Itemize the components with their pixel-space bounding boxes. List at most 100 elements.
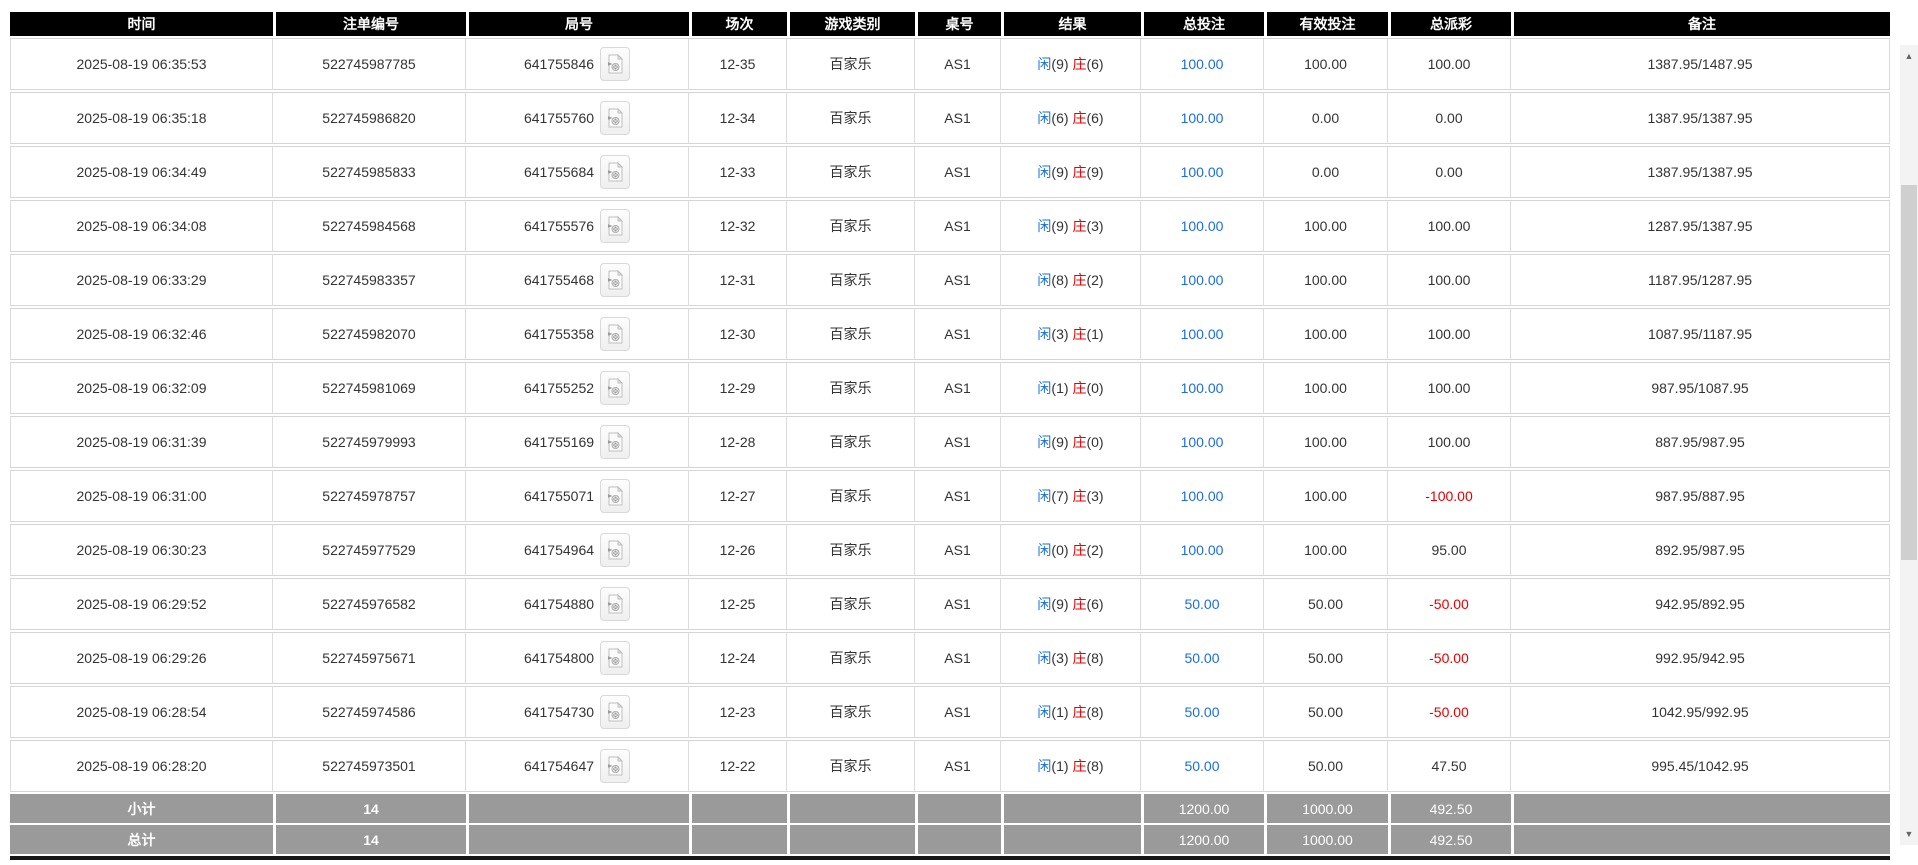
result-banker-score: (6) [1086,56,1104,72]
total-total-bet: 1200.00 [1141,825,1264,854]
valid-bet-cell: 100.00 [1264,308,1388,360]
result-banker-label: 庄 [1072,758,1087,774]
round-no-value: 641755846 [523,56,595,72]
scrollbar-down-arrow-icon[interactable]: ▼ [1900,825,1918,843]
result-cell: 闲(7) 庄(3) [1001,470,1141,522]
result-banker-score: (6) [1086,110,1104,126]
valid-bet-cell: 100.00 [1264,416,1388,468]
table-no-cell: AS1 [915,632,1001,684]
total-bet-link[interactable]: 100.00 [1181,542,1224,558]
payout-value: -100.00 [1425,488,1473,504]
result-cell: 闲(3) 庄(8) [1001,632,1141,684]
round-no-value: 641755071 [523,488,595,504]
time-cell: 2025-08-19 06:35:18 [10,92,273,144]
total-label: 总计 [10,825,273,854]
result-player-label: 闲 [1037,110,1052,126]
result-banker-label: 庄 [1072,596,1087,612]
subtotal-count: 14 [273,794,466,823]
table-row: 2025-08-19 06:29:52 522745976582 6417548… [10,578,1890,630]
payout-value: 47.50 [1431,758,1467,774]
remark-cell: 1387.95/1387.95 [1511,92,1890,144]
total-bet-link[interactable]: 100.00 [1181,110,1224,126]
payout-value: 100.00 [1427,272,1471,288]
time-cell: 2025-08-19 06:34:08 [10,200,273,252]
total-bet-link[interactable]: 50.00 [1184,758,1219,774]
result-cell: 闲(3) 庄(1) [1001,308,1141,360]
total-bet-link[interactable]: 100.00 [1181,164,1224,180]
video-replay-button[interactable] [600,317,631,351]
total-bet-link[interactable]: 100.00 [1181,56,1224,72]
video-replay-button[interactable] [600,533,631,567]
video-replay-button[interactable] [600,101,631,135]
total-bet-link[interactable]: 100.00 [1181,488,1224,504]
game-type-cell: 百家乐 [787,38,915,90]
total-bet-link[interactable]: 100.00 [1181,218,1224,234]
video-replay-button[interactable] [600,425,631,459]
empty-cell [787,825,915,854]
video-record-icon [608,540,624,560]
table-row: 2025-08-19 06:29:26 522745975671 6417548… [10,632,1890,684]
session-cell: 12-27 [689,470,787,522]
payout-cell: -50.00 [1388,578,1511,630]
total-bet-link[interactable]: 50.00 [1184,650,1219,666]
game-type-cell: 百家乐 [787,200,915,252]
round-no-value: 641755684 [523,164,595,180]
video-replay-button[interactable] [600,209,631,243]
total-bet-link[interactable]: 100.00 [1181,326,1224,342]
session-cell: 12-28 [689,416,787,468]
result-cell: 闲(0) 庄(2) [1001,524,1141,576]
video-replay-button[interactable] [600,695,631,729]
total-bet-link[interactable]: 100.00 [1181,434,1224,450]
bet-no-cell: 522745981069 [273,362,466,414]
round-no-value: 641754730 [523,704,595,720]
round-no-value: 641755468 [523,272,595,288]
empty-cell [466,825,689,854]
remark-cell: 892.95/987.95 [1511,524,1890,576]
session-cell: 12-22 [689,740,787,792]
scrollbar-up-arrow-icon[interactable]: ▲ [1900,47,1918,65]
result-player-score: (0) [1051,542,1069,558]
round-no-value: 641755760 [523,110,595,126]
result-cell: 闲(9) 庄(3) [1001,200,1141,252]
table-no-cell: AS1 [915,740,1001,792]
valid-bet-cell: 50.00 [1264,632,1388,684]
video-replay-button[interactable] [600,155,631,189]
remark-cell: 1387.95/1387.95 [1511,146,1890,198]
total-bet-link[interactable]: 50.00 [1184,704,1219,720]
result-player-label: 闲 [1037,758,1052,774]
round-no-value: 641754964 [523,542,595,558]
video-replay-button[interactable] [600,641,631,675]
total-bet-link[interactable]: 50.00 [1184,596,1219,612]
total-bet-link[interactable]: 100.00 [1181,272,1224,288]
video-replay-button[interactable] [600,263,631,297]
result-banker-label: 庄 [1072,434,1087,450]
result-cell: 闲(9) 庄(9) [1001,146,1141,198]
round-no-value: 641755576 [523,218,595,234]
result-banker-score: (3) [1086,488,1104,504]
result-banker-label: 庄 [1072,650,1087,666]
bet-no-cell: 522745977529 [273,524,466,576]
result-banker-label: 庄 [1072,164,1087,180]
video-replay-button[interactable] [600,587,631,621]
total-bet-link[interactable]: 100.00 [1181,380,1224,396]
result-banker-label: 庄 [1072,488,1087,504]
video-replay-button[interactable] [600,749,631,783]
video-replay-button[interactable] [600,371,631,405]
scrollbar-thumb[interactable] [1901,185,1917,560]
result-banker-label: 庄 [1072,326,1087,342]
video-replay-button[interactable] [600,479,631,513]
round-no-cell: 641755071 [466,470,689,522]
vertical-scrollbar[interactable]: ▲ ▼ [1900,45,1918,845]
remark-cell: 995.45/1042.95 [1511,740,1890,792]
round-no-cell: 641754730 [466,686,689,738]
video-record-icon [608,54,624,74]
bet-no-cell: 522745983357 [273,254,466,306]
result-banker-score: (9) [1086,164,1104,180]
payout-value: -50.00 [1429,596,1469,612]
payout-value: -50.00 [1429,704,1469,720]
subtotal-payout: 492.50 [1388,794,1511,823]
bet-no-cell: 522745985833 [273,146,466,198]
payout-cell: -50.00 [1388,686,1511,738]
video-replay-button[interactable] [600,47,631,81]
empty-cell [1001,794,1141,823]
